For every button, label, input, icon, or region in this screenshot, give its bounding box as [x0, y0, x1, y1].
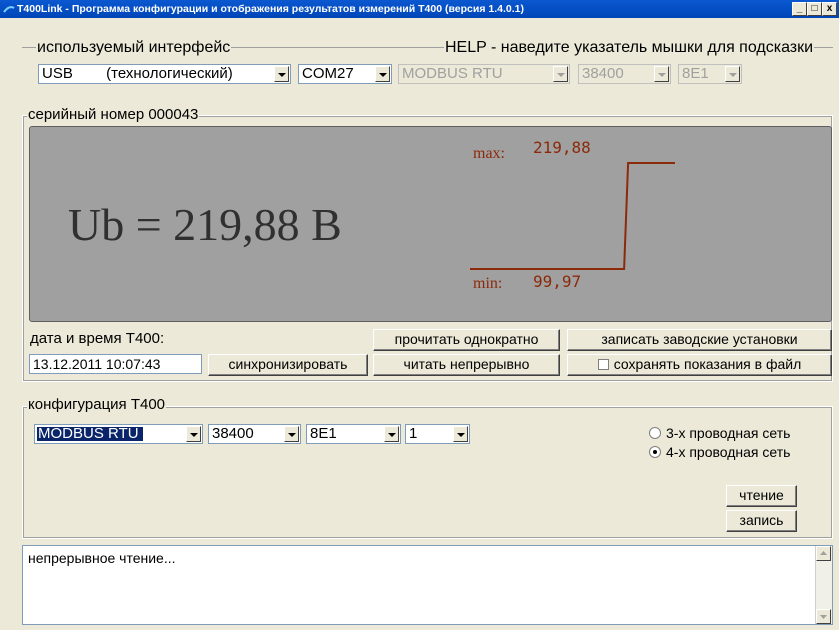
measurement-display: Ub = 219,88 В max: 219,88 min: 99,97: [29, 126, 832, 322]
sync-button[interactable]: синхронизировать: [208, 354, 368, 376]
trend-graph: [470, 162, 675, 270]
datetime-label: дата и время Т400:: [30, 330, 165, 347]
config-protocol-value: MODBUS RTU: [37, 426, 143, 441]
window-title: T400Link - Программа конфигурации и отоб…: [17, 3, 524, 15]
scroll-down-button[interactable]: [816, 609, 831, 624]
trend-line: [470, 162, 675, 270]
write-factory-button[interactable]: записать заводские установки: [567, 329, 832, 351]
log-scrollbar[interactable]: [815, 546, 832, 624]
log-area[interactable]: непрерывное чтение...: [22, 545, 833, 625]
baud-value: 38400: [582, 65, 624, 82]
config-baud-value: 38400: [212, 425, 254, 442]
radio-net3[interactable]: 3-х проводная сеть: [649, 425, 790, 441]
chevron-down-icon: [453, 426, 468, 442]
measurement-value: Ub = 219,88 В: [68, 199, 342, 250]
config-read-button[interactable]: чтение: [726, 485, 797, 507]
save-to-file-checkbox[interactable]: [597, 359, 609, 370]
com-port-select[interactable]: COM27: [298, 64, 392, 84]
chevron-down-icon: [186, 426, 201, 442]
save-to-file-label: сохранять показания в файл: [613, 356, 802, 372]
datetime-field[interactable]: 13.12.2011 10:07:43: [29, 354, 202, 374]
chevron-down-icon: [820, 615, 827, 619]
config-format-select[interactable]: 8E1: [306, 424, 401, 444]
config-format-value: 8E1: [310, 425, 337, 442]
read-once-button[interactable]: прочитать однократно: [373, 329, 560, 351]
maximize-button[interactable]: □: [807, 2, 822, 16]
chevron-down-icon: [553, 66, 568, 82]
interface-label: используемый интерфейс: [36, 39, 232, 56]
format-value: 8E1: [682, 65, 709, 82]
serial-number-label: серийный номер 000043: [27, 106, 200, 123]
chevron-down-icon: [375, 66, 390, 82]
chevron-up-icon: [820, 551, 827, 555]
config-address-value: 1: [409, 425, 418, 442]
com-port-value: COM27: [302, 65, 354, 82]
chevron-down-icon: [725, 66, 740, 82]
log-text: непрерывное чтение...: [28, 550, 176, 566]
title-bar: T400Link - Программа конфигурации и отоб…: [0, 0, 839, 18]
chevron-down-icon: [384, 426, 399, 442]
config-address-select[interactable]: 1: [405, 424, 470, 444]
radio-net4-button[interactable]: [649, 446, 661, 458]
save-to-file-toggle[interactable]: сохранять показания в файл: [567, 354, 832, 376]
help-hint: HELP - наведите указатель мышки для подс…: [444, 39, 815, 56]
chevron-down-icon: [654, 66, 669, 82]
radio-net3-label: 3-х проводная сеть: [666, 425, 791, 441]
chevron-down-icon: [284, 426, 299, 442]
radio-net4[interactable]: 4-х проводная сеть: [649, 444, 790, 460]
max-value: 219,88: [533, 138, 591, 157]
config-baud-select[interactable]: 38400: [208, 424, 301, 444]
min-label: min:: [473, 275, 503, 292]
minimize-button[interactable]: _: [792, 2, 807, 16]
protocol-select[interactable]: MODBUS RTU: [398, 64, 570, 84]
chevron-down-icon: [274, 66, 289, 82]
format-select[interactable]: 8E1: [678, 64, 742, 84]
protocol-value: MODBUS RTU: [402, 65, 503, 82]
config-write-button[interactable]: запись: [726, 510, 797, 532]
radio-net4-label: 4-х проводная сеть: [666, 444, 791, 460]
config-protocol-select[interactable]: MODBUS RTU: [34, 424, 203, 444]
interface-type-select[interactable]: USB (технологический): [38, 64, 291, 84]
scroll-up-button[interactable]: [816, 546, 831, 561]
baud-select[interactable]: 38400: [578, 64, 671, 84]
close-button[interactable]: x: [822, 2, 837, 16]
radio-net3-button[interactable]: [649, 427, 661, 439]
interface-type-value: USB (технологический): [42, 65, 233, 82]
app-logo-icon: [3, 6, 15, 13]
config-label: конфигурация Т400: [27, 396, 167, 413]
read-continuous-button[interactable]: читать непрерывно: [373, 354, 560, 376]
